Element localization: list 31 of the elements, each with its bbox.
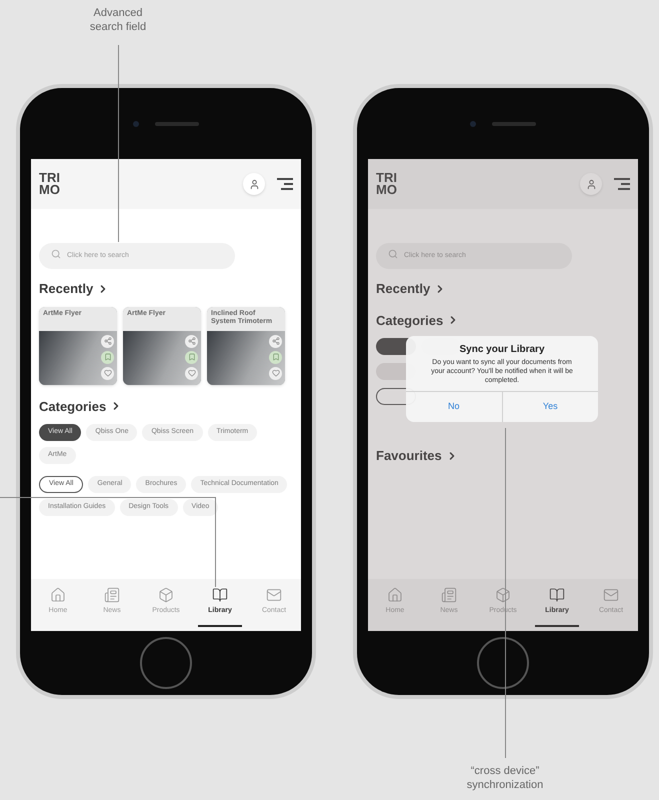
envelope-icon [266,587,282,603]
section-title[interactable]: Categories [39,396,106,416]
camera-icon [470,120,476,126]
search-icon [388,249,398,259]
house-icon [50,587,66,603]
home-button[interactable] [140,637,192,689]
newspaper-icon [441,587,457,603]
envelope-icon [603,587,619,603]
section-title[interactable]: Recently [376,279,430,298]
dialog-button[interactable]: No [406,392,502,422]
logo[interactable]: TRI MO [39,172,60,196]
cube-icon [158,587,174,603]
menu-icon[interactable] [614,178,630,190]
camera-icon [133,120,139,126]
dialog-title: Sync your Library [459,343,545,357]
newspaper-icon [104,587,120,603]
cube-icon [495,587,511,603]
book-icon [549,587,565,603]
user-icon[interactable] [243,173,265,195]
user-icon[interactable] [580,173,602,195]
menu-icon[interactable] [277,178,293,190]
annotation-label: Advanced search field [88,6,148,34]
section-title[interactable]: Categories [376,310,444,330]
section-title[interactable]: Favourites [376,446,442,466]
annotation-label: “cross device” synchronization [466,764,544,792]
house-icon [387,587,403,603]
section-title[interactable]: Recently [39,279,94,298]
book-icon [212,587,228,603]
search-icon [51,249,61,259]
dialog-button[interactable]: Yes [502,392,598,422]
logo[interactable]: TRI MO [376,172,397,196]
